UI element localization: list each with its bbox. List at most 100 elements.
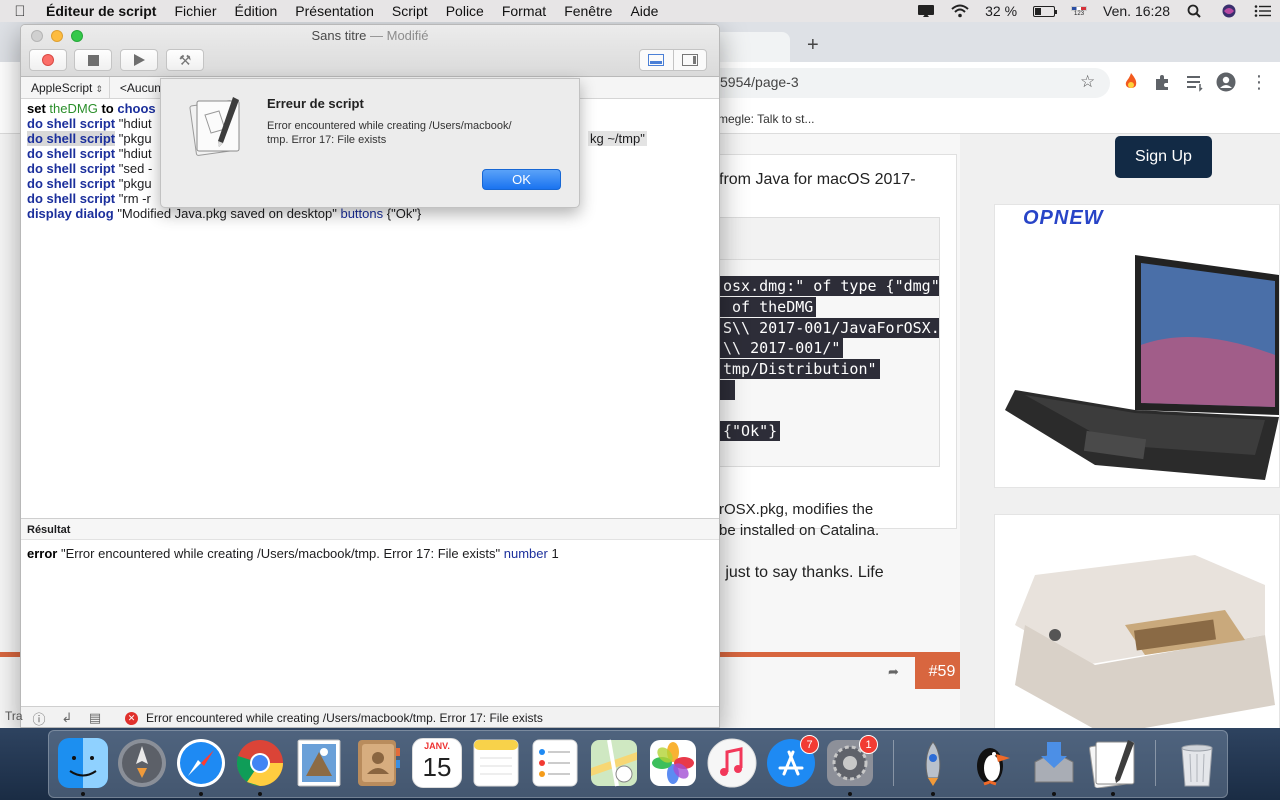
result-pane[interactable]: error "Error encountered while creating …	[21, 540, 719, 705]
info-icon[interactable]: ⓘ	[25, 709, 53, 728]
menu-edition[interactable]: Édition	[225, 3, 286, 19]
result-number-keyword: number	[503, 546, 548, 561]
script-editor-app-icon	[189, 97, 240, 156]
error-icon: ✕	[125, 711, 138, 725]
input-source-number: 123	[1074, 10, 1085, 17]
window-title: Sans titre — Modifié	[21, 28, 719, 43]
reading-list-icon[interactable]	[1185, 72, 1205, 92]
show-log-button[interactable]	[640, 50, 673, 70]
ad-brand-logo: OPNEW	[1023, 207, 1104, 229]
input-source-flag-icon[interactable]: 123	[1071, 5, 1088, 17]
code-line: \\ 2017-001/"	[720, 338, 844, 358]
music-icon[interactable]	[707, 738, 757, 788]
menu-fenetre[interactable]: Fenêtre	[555, 3, 621, 19]
bookmark-star-icon[interactable]: ☆	[1080, 72, 1095, 92]
photos-icon[interactable]	[648, 738, 698, 788]
apple-menu-icon[interactable]: 	[0, 3, 40, 20]
hammer-icon: ⚒	[178, 51, 192, 68]
app-store-badge: 7	[800, 735, 819, 754]
status-message: Error encountered while creating /Users/…	[146, 711, 543, 725]
show-sidebar-button[interactable]	[672, 50, 707, 70]
compile-button[interactable]: ⚒	[166, 49, 204, 71]
launchpad-icon[interactable]	[117, 738, 167, 788]
document-name: Sans titre	[311, 28, 367, 43]
extensions-puzzle-icon[interactable]	[1152, 72, 1172, 92]
system-preferences-badge: 1	[859, 735, 878, 754]
sofa-image	[1015, 555, 1275, 728]
return-arrow-icon[interactable]: ↲	[53, 710, 81, 726]
result-number: 1	[551, 546, 559, 561]
new-tab-icon[interactable]: +	[807, 34, 819, 57]
url-text: 5954/page-3	[720, 74, 799, 90]
screen-mirroring-icon[interactable]	[917, 4, 935, 18]
browser-menu-icon[interactable]: ⋮	[1249, 72, 1269, 92]
siri-icon[interactable]	[1220, 4, 1238, 18]
bookmark-item[interactable]: megle: Talk to st...	[718, 112, 815, 126]
view-toggle	[639, 49, 707, 71]
reminders-icon[interactable]	[530, 738, 580, 788]
menu-presentation[interactable]: Présentation	[286, 3, 383, 19]
chrome-icon[interactable]	[235, 738, 285, 788]
menu-aide[interactable]: Aide	[621, 3, 667, 19]
menu-format[interactable]: Format	[493, 3, 555, 19]
wifi-icon[interactable]	[951, 4, 969, 18]
notes-icon[interactable]	[471, 738, 521, 788]
extension-fire-icon[interactable]	[1121, 72, 1141, 92]
bottom-pane-icon	[648, 54, 665, 66]
run-button[interactable]	[120, 49, 158, 71]
rocket-app-icon[interactable]	[908, 738, 958, 788]
window-titlebar: Sans titre — Modifié ⚒	[21, 25, 719, 77]
menu-app-name[interactable]: Éditeur de script	[40, 3, 165, 19]
safari-icon[interactable]	[176, 738, 226, 788]
ad-sofa[interactable]	[994, 514, 1280, 728]
menu-fichier[interactable]: Fichier	[165, 3, 225, 19]
play-icon	[133, 54, 145, 66]
result-message: "Error encountered while creating /Users…	[60, 546, 501, 561]
puffin-icon[interactable]	[966, 738, 1016, 788]
battery-percent[interactable]: 32 %	[985, 3, 1017, 19]
spotlight-search-icon[interactable]	[1186, 4, 1204, 18]
menu-script[interactable]: Script	[383, 3, 437, 19]
ad-laptop[interactable]: OPNEW	[994, 204, 1280, 488]
post-line: rOSX.pkg, modifies the	[719, 501, 874, 518]
mail-stamp-icon[interactable]	[294, 738, 344, 788]
battery-icon[interactable]	[1033, 5, 1058, 17]
post-text: from Java for macOS 2017-	[719, 171, 916, 188]
record-button[interactable]	[29, 49, 67, 71]
code-block: osx.dmg:" of type {"dmg"} of theDMG S\\ …	[701, 217, 940, 467]
stop-button[interactable]	[74, 49, 112, 71]
language-selector[interactable]: AppleScript ⇕	[21, 76, 110, 99]
post-line: be installed on Catalina.	[719, 522, 880, 539]
code-line: of theDMG	[720, 297, 817, 317]
contacts-icon[interactable]	[353, 738, 403, 788]
ok-button[interactable]: OK	[482, 169, 561, 190]
laptop-image	[1005, 255, 1279, 480]
chevron-updown-icon: ⇕	[95, 83, 103, 94]
error-dialog: Erreur de script Error encountered while…	[160, 78, 580, 208]
code-line: osx.dmg:" of type {"dmg"}	[720, 276, 939, 296]
stop-icon	[87, 54, 99, 66]
status-bar: ⓘ ↲ ▤ ✕ Error encountered while creating…	[21, 706, 719, 728]
calendar-icon[interactable]: JANV. 15	[412, 738, 462, 788]
profile-avatar-icon[interactable]	[1216, 72, 1236, 92]
clock[interactable]: Ven. 16:28	[1103, 3, 1170, 19]
notification-center-icon[interactable]	[1254, 4, 1272, 18]
sign-up-button[interactable]: Sign Up	[1115, 136, 1212, 178]
error-title: Erreur de script	[267, 96, 364, 111]
code-line: S\\ 2017-001/JavaForOSX.p	[720, 318, 939, 338]
trash-icon[interactable]	[1172, 738, 1222, 788]
code-line-tail: kg ~/tmp"	[588, 131, 647, 146]
installer-icon[interactable]	[1029, 738, 1079, 788]
share-icon[interactable]: ➦	[888, 664, 899, 680]
code-line: display dialog "Modified Java.pkg saved …	[27, 206, 422, 221]
code-line	[720, 380, 736, 400]
finder-icon[interactable]	[58, 738, 108, 788]
calendar-month: JANV.	[424, 741, 450, 751]
script-editor-dock-icon[interactable]	[1088, 738, 1138, 788]
forum-post: from Java for macOS 2017- osx.dmg:" of t…	[700, 154, 957, 539]
menu-police[interactable]: Police	[437, 3, 493, 19]
maps-icon[interactable]	[589, 738, 639, 788]
menu-bar:  Éditeur de script Fichier Édition Prés…	[0, 0, 1280, 22]
calendar-day: 15	[422, 752, 452, 782]
list-icon[interactable]: ▤	[81, 710, 109, 726]
